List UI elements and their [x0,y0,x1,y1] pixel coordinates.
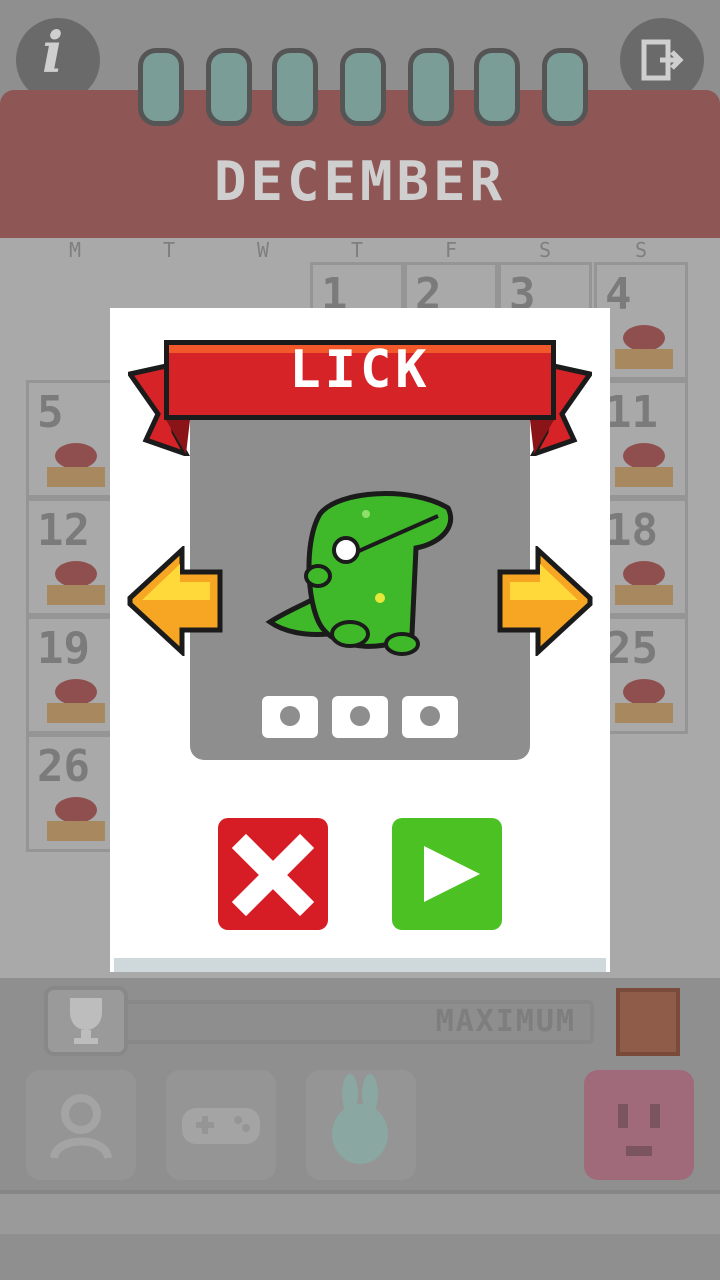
play-triangle-icon [424,846,480,902]
cake-icon [615,561,673,605]
medal-slot-icon [402,696,458,738]
day-number: 25 [605,623,658,674]
pet-button[interactable] [306,1070,416,1180]
gift-icon[interactable] [616,988,680,1056]
info-icon: i [42,20,64,86]
trophy-icon [70,998,102,1044]
profile-icon [50,1094,112,1160]
day-number: 5 [37,387,64,438]
medal-slot-icon [332,696,388,738]
calendar-ring [138,48,184,126]
calendar-day[interactable]: 12 [26,498,120,616]
character-button[interactable] [584,1070,694,1180]
day-number: 19 [37,623,90,674]
calendar-ring [272,48,318,126]
cake-icon [615,679,673,723]
previous-character-arrow-icon[interactable] [126,546,224,656]
cake-icon [615,325,673,369]
cancel-button[interactable] [218,818,328,930]
calendar-ring [542,48,588,126]
play-button[interactable] [392,818,502,930]
weekday-label: S [634,238,648,262]
cake-icon [47,561,105,605]
medal-slots [262,696,458,738]
cake-icon [615,443,673,487]
calendar-ring [474,48,520,126]
bunny-icon [332,1074,388,1164]
day-number: 18 [605,505,658,556]
close-x-icon [231,833,315,917]
progress-label: MAXIMUM [435,1004,576,1039]
weekday-label: M [68,238,82,262]
day-number: 12 [37,505,90,556]
calendar-ring [408,48,454,126]
medal-slot-icon [262,696,318,738]
calendar-day[interactable]: 26 [26,734,120,852]
trophy-button[interactable] [44,986,128,1056]
character-name: LICK [289,340,431,400]
cake-icon [47,797,105,841]
exit-door-icon [641,39,684,81]
weekday-label: T [162,238,176,262]
pink-face-icon [618,1104,660,1156]
dialog-shadow [114,958,606,972]
progress-bar: MAXIMUM [124,1000,594,1044]
weekday-label: S [538,238,552,262]
title-banner: LICK [128,336,592,456]
weekday-label: F [444,238,458,262]
green-dinosaur-character [265,491,454,656]
next-character-arrow-icon[interactable] [496,546,594,656]
games-button[interactable] [166,1070,276,1180]
gamepad-icon [182,1108,260,1144]
calendar-day[interactable]: 19 [26,616,120,734]
cake-icon [47,679,105,723]
day-number: 26 [37,741,90,792]
calendar-day[interactable]: 5 [26,380,120,498]
calendar-ring [340,48,386,126]
weekday-label: W [256,238,270,262]
profile-button[interactable] [26,1070,136,1180]
day-number: 11 [605,387,658,438]
cake-icon [47,443,105,487]
calendar-ring [206,48,252,126]
footer-strip [0,1190,720,1234]
weekday-label: T [350,238,364,262]
month-title: DECEMBER [213,150,507,213]
